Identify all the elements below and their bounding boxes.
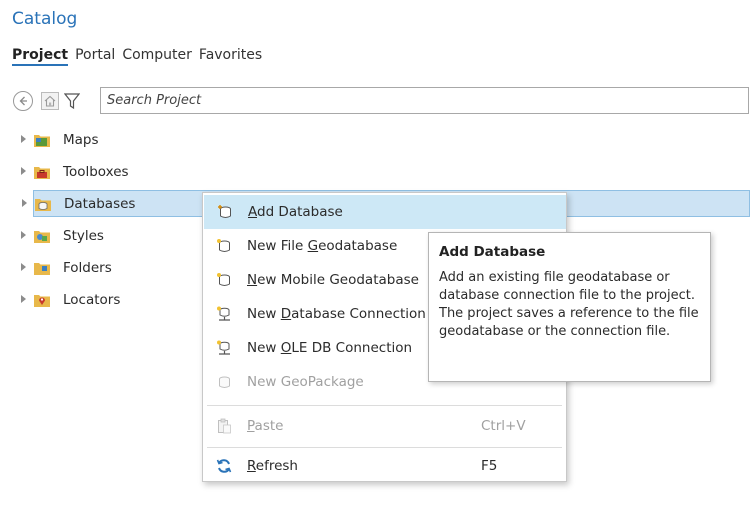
- tree-item-label: Toolboxes: [63, 164, 129, 180]
- locator-folder-icon: [33, 292, 51, 308]
- new-database-connection-icon: [216, 306, 232, 322]
- tree-item-folders[interactable]: Folders: [21, 255, 112, 281]
- expand-arrow-icon[interactable]: [21, 231, 26, 239]
- search-input[interactable]: [101, 87, 749, 114]
- expand-arrow-icon[interactable]: [21, 167, 26, 175]
- new-ole-db-connection-icon: [216, 340, 232, 356]
- tree-item-maps[interactable]: Maps: [21, 127, 99, 153]
- tree-item-label: Folders: [63, 260, 112, 276]
- tree-item-toolboxes[interactable]: Toolboxes: [21, 159, 129, 185]
- menu-item-label: New Mobile Geodatabase: [247, 272, 419, 288]
- folder-icon: [33, 260, 51, 276]
- tree-item-label: Styles: [63, 228, 104, 244]
- catalog-tabs: Project Portal Computer Favorites: [12, 47, 269, 66]
- search-bar: [12, 87, 749, 114]
- menu-item-label: Paste: [247, 418, 284, 434]
- new-mobile-geodatabase-icon: [216, 272, 232, 288]
- menu-item-label: New File Geodatabase: [247, 238, 398, 254]
- menu-item-add-database[interactable]: Add Database: [204, 195, 566, 229]
- home-icon[interactable]: [41, 91, 59, 110]
- tree-item-label: Maps: [63, 132, 99, 148]
- tree-item-label: Locators: [63, 292, 121, 308]
- database-folder-icon: [34, 196, 52, 212]
- paste-icon: [216, 418, 232, 434]
- tooltip-body: Add an existing file geodatabase or data…: [439, 270, 699, 339]
- refresh-icon: [216, 458, 232, 474]
- expand-arrow-icon[interactable]: [21, 263, 26, 271]
- menu-item-label: Add Database: [248, 204, 343, 220]
- menu-item-paste[interactable]: Paste Ctrl+V: [203, 409, 566, 443]
- toolbox-folder-icon: [33, 164, 51, 180]
- map-folder-icon: [33, 132, 51, 148]
- styles-folder-icon: [33, 228, 51, 244]
- menu-item-shortcut: F5: [481, 458, 498, 474]
- expand-arrow-icon[interactable]: [22, 199, 27, 207]
- menu-separator: [207, 405, 562, 406]
- new-file-geodatabase-icon: [216, 238, 232, 254]
- filter-icon[interactable]: [63, 91, 81, 111]
- tree-item-locators[interactable]: Locators: [21, 287, 121, 313]
- tab-portal[interactable]: Portal: [75, 47, 115, 66]
- tree-item-styles[interactable]: Styles: [21, 223, 104, 249]
- menu-item-label: New GeoPackage: [247, 374, 364, 390]
- menu-separator: [207, 447, 562, 448]
- tab-favorites[interactable]: Favorites: [199, 47, 262, 66]
- menu-item-label: New Database Connection: [247, 306, 426, 322]
- tab-project[interactable]: Project: [12, 47, 69, 66]
- back-icon[interactable]: [13, 90, 33, 111]
- add-database-icon: [217, 204, 233, 220]
- menu-item-shortcut: Ctrl+V: [481, 418, 526, 434]
- tab-computer[interactable]: Computer: [122, 47, 192, 66]
- tooltip-title: Add Database: [439, 244, 546, 260]
- new-geopackage-icon: [216, 374, 232, 390]
- menu-item-label: Refresh: [247, 458, 298, 474]
- menu-item-refresh[interactable]: Refresh F5: [203, 449, 566, 483]
- menu-item-label: New OLE DB Connection: [247, 340, 413, 356]
- tooltip-add-database: Add Database Add an existing file geodat…: [428, 232, 711, 382]
- tree-item-label: Databases: [64, 195, 136, 212]
- expand-arrow-icon[interactable]: [21, 295, 26, 303]
- catalog-pane-title: Catalog: [12, 9, 78, 29]
- expand-arrow-icon[interactable]: [21, 135, 26, 143]
